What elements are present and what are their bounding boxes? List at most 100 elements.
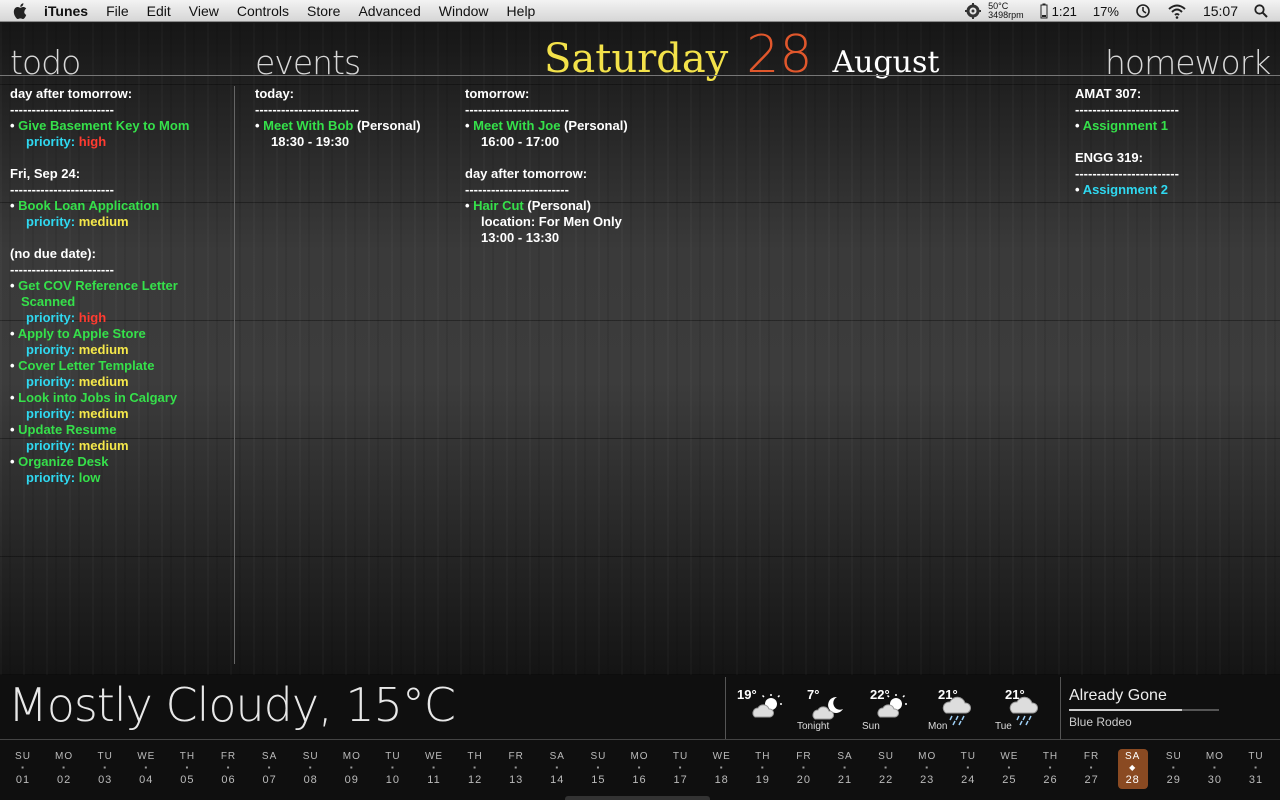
- calendar-day[interactable]: TU ▪ 31: [1241, 751, 1271, 787]
- menu-window[interactable]: Window: [430, 0, 498, 22]
- calendar-day[interactable]: SU ▪ 01: [8, 751, 38, 787]
- menu-help[interactable]: Help: [498, 0, 545, 22]
- calendar-day[interactable]: SU ▪ 22: [871, 751, 901, 787]
- todo-group: day after tomorrow: --------------------…: [10, 86, 225, 150]
- time-machine-icon[interactable]: [1127, 3, 1159, 19]
- menu-store[interactable]: Store: [298, 0, 349, 22]
- calendar-dot: ▪: [144, 763, 149, 772]
- priority-value: medium: [78, 438, 129, 453]
- calendar-date: 29: [1166, 774, 1181, 786]
- calendar-day[interactable]: TU ▪ 10: [378, 751, 408, 787]
- todo-item[interactable]: • Organize Desk: [10, 454, 225, 470]
- event-item[interactable]: • Meet With Bob (Personal): [255, 118, 455, 134]
- calendar-day[interactable]: FR ▪ 13: [501, 751, 531, 787]
- calendar-day[interactable]: MO ▪ 30: [1200, 751, 1230, 787]
- calendar-day[interactable]: TH ▪ 19: [748, 751, 778, 787]
- calendar-dot: ▪: [1171, 763, 1176, 772]
- calendar-day[interactable]: SA ▪ 07: [255, 751, 285, 787]
- todo-item[interactable]: • Cover Letter Template: [10, 358, 225, 374]
- calendar-day[interactable]: SA ▪ 21: [830, 751, 860, 787]
- calendar-divider: [0, 739, 1280, 740]
- events-today: today: ------------------------ • Meet W…: [255, 86, 455, 150]
- calendar-day[interactable]: MO ▪ 23: [912, 751, 942, 787]
- calendar-day[interactable]: SU ▪ 29: [1159, 751, 1189, 787]
- calendar-day[interactable]: MO ▪ 09: [337, 751, 367, 787]
- calendar-day[interactable]: TH ▪ 12: [460, 751, 490, 787]
- calendar-day[interactable]: TH ▪ 26: [1036, 751, 1066, 787]
- todo-item[interactable]: • Look into Jobs in Calgary: [10, 390, 225, 406]
- todo-item[interactable]: • Apply to Apple Store: [10, 326, 225, 342]
- forecast-label: Tonight: [797, 721, 830, 732]
- todo-item[interactable]: • Update Resume: [10, 422, 225, 438]
- battery-time: 1:21: [1051, 3, 1077, 19]
- calendar-day[interactable]: WE ▪ 11: [419, 751, 449, 787]
- spotlight-search-icon[interactable]: [1246, 4, 1280, 18]
- calendar-day[interactable]: FR ▪ 20: [789, 751, 819, 787]
- menu-app-name[interactable]: iTunes: [40, 0, 97, 22]
- calendar-day[interactable]: WE ▪ 25: [994, 751, 1024, 787]
- song-title: Already Gone: [1069, 687, 1167, 704]
- calendar-day[interactable]: WE ▪ 18: [707, 751, 737, 787]
- calendar-day[interactable]: TU ▪ 17: [666, 751, 696, 787]
- apple-menu-icon[interactable]: [0, 2, 40, 19]
- calendar-day-today[interactable]: SA ◆ 28: [1117, 749, 1148, 789]
- todo-group: (no due date): ------------------------ …: [10, 246, 225, 486]
- now-playing[interactable]: Already Gone Blue Rodeo: [1069, 687, 1219, 729]
- column-divider: [234, 86, 235, 664]
- menu-edit[interactable]: Edit: [138, 0, 180, 22]
- calendar-date: 04: [139, 774, 154, 786]
- event-item[interactable]: • Hair Cut (Personal): [465, 198, 685, 214]
- homework-item[interactable]: • Assignment 2: [1075, 182, 1275, 198]
- drawer-handle[interactable]: [565, 796, 710, 800]
- current-weather: Mostly Cloudy, 15°C: [8, 678, 456, 732]
- calendar-date: 09: [344, 774, 359, 786]
- calendar-day[interactable]: SU ▪ 15: [583, 751, 613, 787]
- calendar-date: 01: [15, 774, 31, 786]
- calendar-day[interactable]: TU ▪ 24: [953, 751, 983, 787]
- menu-file[interactable]: File: [97, 0, 138, 22]
- calendar-dot: ▪: [226, 763, 231, 772]
- calendar-day[interactable]: TU ▪ 03: [90, 751, 120, 787]
- song-artist: Blue Rodeo: [1069, 715, 1132, 729]
- menu-bar: iTunes File Edit View Controls Store Adv…: [0, 0, 1280, 22]
- todo-item[interactable]: • Give Basement Key to Mom: [10, 118, 225, 134]
- divider-dashes: ------------------------: [255, 102, 359, 117]
- forecast-day: 21° Mon: [928, 683, 988, 737]
- calendar-day[interactable]: MO ▪ 16: [625, 751, 655, 787]
- calendar-day[interactable]: SU ▪ 08: [296, 751, 326, 787]
- calendar-weekday: TU: [1248, 751, 1264, 762]
- menu-view[interactable]: View: [180, 0, 228, 22]
- forecast-label: Sun: [862, 721, 880, 732]
- menu-clock[interactable]: 15:07: [1195, 3, 1246, 19]
- todo-group-heading: (no due date):: [10, 246, 96, 261]
- wifi-icon[interactable]: [1159, 4, 1195, 19]
- calendar-weekday: MO: [918, 751, 937, 762]
- menu-controls[interactable]: Controls: [228, 0, 298, 22]
- todo-item[interactable]: • Book Loan Application: [10, 198, 225, 214]
- calendar-day[interactable]: SA ▪ 14: [542, 751, 572, 787]
- todo-item[interactable]: • Get COV Reference Letter Scanned: [10, 278, 225, 310]
- song-progress-bar[interactable]: [1069, 709, 1219, 711]
- calendar-date: 03: [98, 774, 113, 786]
- calendar-weekday: SA: [1125, 751, 1141, 762]
- temperature-monitor[interactable]: 50°C 3498rpm: [956, 2, 1032, 20]
- calendar-day[interactable]: WE ▪ 04: [131, 751, 161, 787]
- homework-title: homework: [1105, 43, 1271, 82]
- battery-status[interactable]: 1:21: [1032, 3, 1085, 19]
- event-location: location: For Men Only: [481, 214, 622, 229]
- calendar-day[interactable]: MO ▪ 02: [49, 751, 79, 787]
- calendar-dot: ▪: [1007, 763, 1012, 772]
- todo-item-text: Give Basement Key to Mom: [18, 118, 190, 133]
- calendar-date: 20: [796, 774, 812, 786]
- menu-advanced[interactable]: Advanced: [349, 0, 429, 22]
- percent-status[interactable]: 17%: [1085, 4, 1127, 19]
- todo-list: day after tomorrow: --------------------…: [10, 86, 225, 486]
- calendar-day[interactable]: FR ▪ 06: [214, 751, 244, 787]
- partly-sunny-icon: [877, 694, 907, 718]
- calendar-weekday: TH: [467, 751, 483, 762]
- todo-group-heading: Fri, Sep 24:: [10, 166, 81, 181]
- calendar-day[interactable]: FR ▪ 27: [1077, 751, 1107, 787]
- calendar-day[interactable]: TH ▪ 05: [172, 751, 202, 787]
- homework-item[interactable]: • Assignment 1: [1075, 118, 1275, 134]
- event-item[interactable]: • Meet With Joe (Personal): [465, 118, 685, 134]
